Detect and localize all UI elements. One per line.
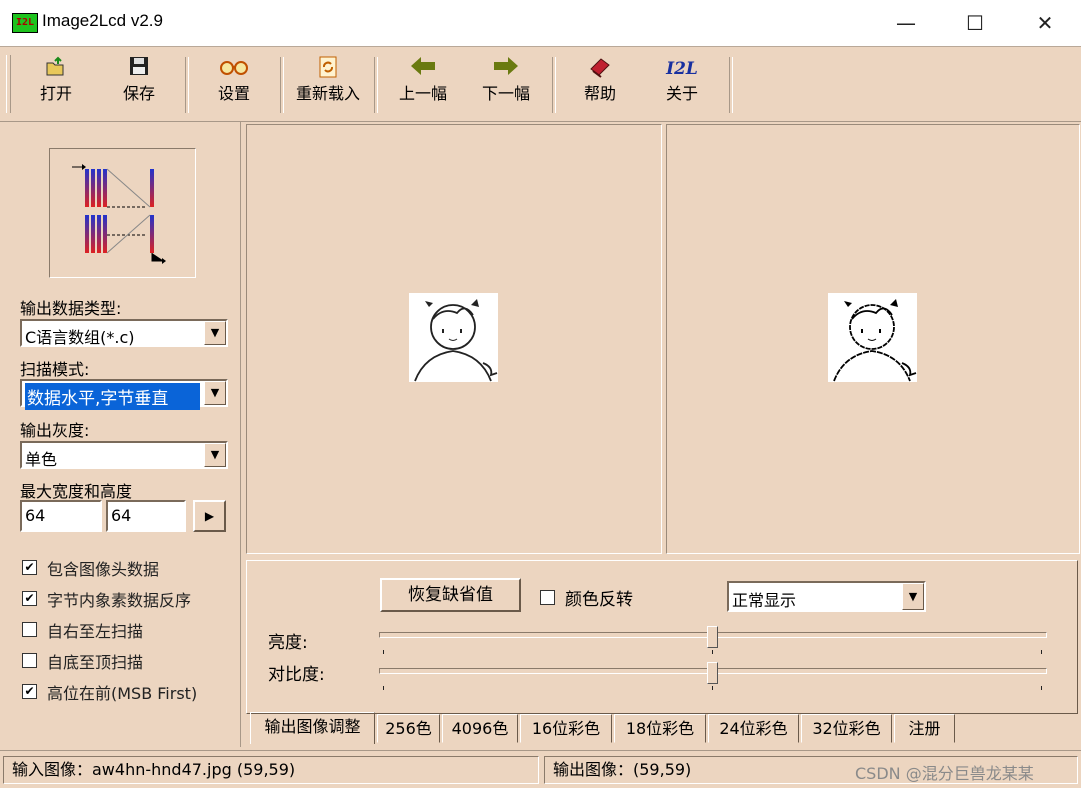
output-type-select[interactable]: C语言数组(*.c) ▼ — [20, 319, 228, 347]
help-book-icon — [570, 55, 630, 83]
status-bar: 输入图像：aw4hn-hnd47.jpg (59,59) 输出图像：(59,59… — [0, 750, 1081, 788]
slider-tick — [383, 686, 384, 690]
close-button[interactable]: ✕ — [1010, 0, 1080, 46]
max-width-input[interactable]: 64 — [20, 500, 102, 532]
arrow-right-icon — [475, 55, 537, 83]
right-to-left-label: 自右至左扫描 — [47, 622, 144, 641]
save-label: 保存 — [122, 84, 155, 103]
gray-value: 单色 — [25, 450, 58, 469]
settings-label: 设置 — [217, 84, 250, 103]
checkmark-icon: ✔ — [22, 684, 37, 699]
apply-size-button[interactable]: ▶ — [193, 500, 226, 532]
previous-image-button[interactable]: 上一幅 — [392, 55, 454, 115]
output-image — [828, 293, 917, 382]
reverse-pixel-label: 字节内象素数据反序 — [47, 591, 192, 610]
reload-label: 重新载入 — [295, 84, 360, 103]
tab-24bit-color[interactable]: 24位彩色 — [708, 714, 799, 743]
watermark-text: CSDN @混分巨兽龙某某 — [855, 764, 1034, 783]
max-size-label: 最大宽度和高度 — [20, 482, 133, 501]
previous-image-label: 上一幅 — [398, 84, 447, 103]
reload-button[interactable]: 重新载入 — [290, 55, 366, 115]
window-title: Image2Lcd v2.9 — [42, 11, 163, 30]
tab-256-color[interactable]: 256色 — [377, 714, 440, 743]
play-arrow-icon: ▶ — [204, 509, 215, 523]
brightness-label: 亮度: — [268, 633, 308, 653]
about-logo-icon: I2L — [666, 59, 698, 79]
reload-icon — [290, 55, 366, 83]
empty-checkbox-icon — [22, 622, 37, 637]
help-label: 帮助 — [583, 84, 616, 103]
about-label: 关于 — [665, 84, 698, 103]
input-image-status: 输入图像：aw4hn-hnd47.jpg (59,59) — [3, 756, 539, 784]
tab-18bit-color[interactable]: 18位彩色 — [614, 714, 706, 743]
tab-16bit-color[interactable]: 16位彩色 — [520, 714, 612, 743]
settings-button[interactable]: 设置 — [203, 55, 265, 115]
glasses-icon — [203, 55, 265, 83]
help-button[interactable]: 帮助 — [570, 55, 630, 115]
save-button[interactable]: 保存 — [109, 55, 169, 115]
arrow-left-icon — [392, 55, 454, 83]
input-image-pane — [246, 124, 662, 554]
gray-label: 输出灰度: — [20, 421, 90, 440]
maximize-button[interactable]: ☐ — [940, 0, 1010, 46]
display-mode-select[interactable]: 正常显示 ▼ — [727, 581, 926, 612]
title-bar: I2L Image2Lcd v2.9 — ☐ ✕ — [0, 0, 1081, 46]
next-image-button[interactable]: 下一幅 — [475, 55, 537, 115]
app-logo-icon: I2L — [12, 13, 38, 33]
chevron-down-icon[interactable]: ▼ — [902, 583, 924, 610]
reset-defaults-button[interactable]: 恢复缺省值 — [380, 578, 521, 612]
output-type-value: C语言数组(*.c) — [25, 328, 135, 347]
scan-mode-diagram — [49, 148, 196, 278]
checkmark-icon: ✔ — [22, 591, 37, 606]
gray-select[interactable]: 单色 ▼ — [20, 441, 228, 469]
scan-mode-value: 数据水平,字节垂直 — [25, 383, 200, 410]
contrast-slider-thumb[interactable] — [707, 662, 718, 684]
toolbar-separator — [185, 57, 189, 113]
scan-mode-select[interactable]: 数据水平,字节垂直 ▼ — [20, 379, 228, 410]
minimize-button[interactable]: — — [871, 0, 941, 46]
open-label: 打开 — [39, 84, 72, 103]
slider-tick — [712, 650, 713, 654]
tab-output-adjust[interactable]: 输出图像调整 — [250, 712, 375, 744]
next-image-label: 下一幅 — [481, 84, 530, 103]
checkmark-icon: ✔ — [22, 560, 37, 575]
display-mode-value: 正常显示 — [732, 591, 797, 610]
toolbar-grip — [6, 55, 11, 113]
invert-color-label: 颜色反转 — [565, 590, 633, 610]
settings-panel: 输出数据类型: C语言数组(*.c) ▼ 扫描模式: 数据水平,字节垂直 ▼ 输… — [0, 121, 241, 747]
contrast-label: 对比度: — [268, 665, 325, 685]
empty-checkbox-icon — [22, 653, 37, 668]
open-folder-icon — [26, 55, 86, 83]
max-height-input[interactable]: 64 — [106, 500, 186, 532]
include-header-label: 包含图像头数据 — [47, 560, 160, 579]
toolbar-separator — [374, 57, 378, 113]
brightness-slider-thumb[interactable] — [707, 626, 718, 648]
scan-mode-label: 扫描模式: — [20, 360, 90, 379]
toolbar-separator — [729, 57, 733, 113]
chevron-down-icon[interactable]: ▼ — [204, 443, 226, 467]
open-button[interactable]: 打开 — [26, 55, 86, 115]
about-button[interactable]: I2L 关于 — [652, 55, 712, 115]
input-image — [409, 293, 498, 382]
tab-4096-color[interactable]: 4096色 — [442, 714, 518, 743]
chevron-down-icon[interactable]: ▼ — [204, 381, 226, 405]
toolbar-separator — [552, 57, 556, 113]
slider-tick — [1041, 686, 1042, 690]
slider-tick — [383, 650, 384, 654]
tab-32bit-color[interactable]: 32位彩色 — [801, 714, 892, 743]
bottom-to-top-label: 自底至顶扫描 — [47, 653, 144, 672]
output-image-pane — [666, 124, 1080, 554]
invert-color-checkbox[interactable] — [540, 590, 555, 605]
slider-tick — [712, 686, 713, 690]
toolbar: 打开 保存 设置 重新载入 上一幅 下一幅 帮助 I2L 关于 — [0, 46, 1081, 122]
slider-tick — [1041, 650, 1042, 654]
tab-register[interactable]: 注册 — [894, 714, 955, 743]
toolbar-separator — [280, 57, 284, 113]
msb-first-label: 高位在前(MSB First) — [47, 684, 198, 703]
chevron-down-icon[interactable]: ▼ — [204, 321, 226, 345]
floppy-disk-icon — [109, 55, 169, 83]
output-type-label: 输出数据类型: — [20, 299, 122, 318]
